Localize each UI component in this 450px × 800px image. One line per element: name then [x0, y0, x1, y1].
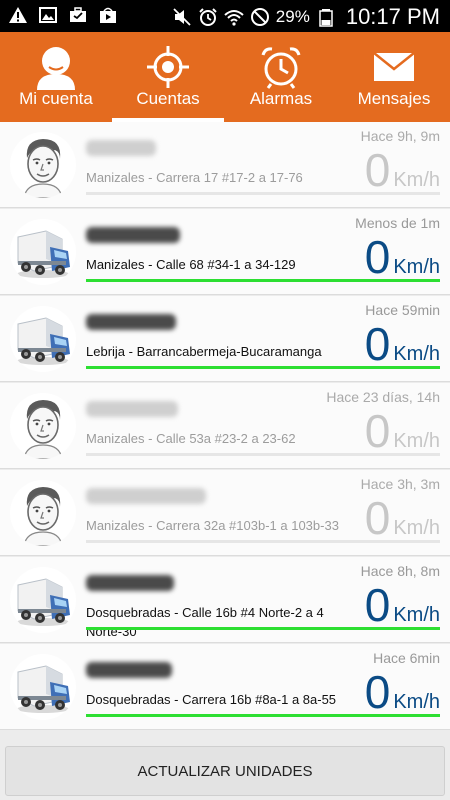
- alarm-clock-icon: [261, 47, 301, 89]
- unit-address: Dosquebradas - Carrera 16b #8a-1 a 8a-55: [86, 692, 337, 707]
- speed-value: 0: [364, 144, 391, 196]
- unit-speed: 0 Km/h: [365, 494, 440, 542]
- unit-last-update: Hace 59min: [365, 302, 440, 318]
- person-icon: [37, 47, 75, 90]
- speed-unit: Km/h: [393, 691, 440, 713]
- unit-row[interactable]: Dosquebradas - Calle 16b #4 Norte-2 a 4 …: [0, 557, 450, 643]
- unit-speed: 0 Km/h: [365, 668, 440, 716]
- envelope-icon: [373, 52, 415, 81]
- tab-alarmas[interactable]: Alarmas: [225, 32, 337, 122]
- tab-label: Mensajes: [357, 89, 431, 108]
- speed-value: 0: [364, 405, 391, 457]
- truck-avatar-icon: [10, 306, 76, 372]
- unit-name-redacted: [86, 314, 176, 330]
- speed-value: 0: [364, 231, 391, 283]
- unit-address: Manizales - Calle 53a #23-2 a 23-62: [86, 431, 296, 446]
- image-icon: [39, 7, 57, 23]
- speed-unit: Km/h: [393, 604, 440, 626]
- truck-avatar-icon: [10, 219, 76, 285]
- briefcase-icon: [70, 7, 86, 22]
- unit-speed: 0 Km/h: [365, 233, 440, 281]
- speed-unit: Km/h: [393, 256, 440, 278]
- status-bar-line: [86, 540, 440, 543]
- unit-address: Manizales - Calle 68 #34-1 a 34-129: [86, 257, 296, 272]
- battery-percent: 29%: [275, 7, 310, 26]
- tab-label: Alarmas: [249, 89, 313, 108]
- unit-name-redacted: [86, 662, 172, 678]
- status-bar-line: [86, 192, 440, 195]
- unit-last-update: Hace 3h, 3m: [360, 476, 440, 492]
- unit-name-redacted: [86, 140, 156, 156]
- unit-row[interactable]: Lebrija - Barrancabermeja-Bucaramanga Ha…: [0, 296, 450, 382]
- status-bar-line: [86, 627, 440, 630]
- person-avatar-icon: [10, 393, 76, 459]
- tab-mi-cuenta[interactable]: Mi cuenta: [0, 32, 112, 122]
- person-avatar-icon: [10, 480, 76, 546]
- unit-speed: 0 Km/h: [365, 320, 440, 368]
- speed-value: 0: [364, 318, 391, 370]
- unit-name-redacted: [86, 401, 178, 417]
- status-bar-line: [86, 453, 440, 456]
- speed-unit: Km/h: [393, 430, 440, 452]
- tab-label: Mi cuenta: [19, 89, 93, 108]
- warning-icon: [9, 7, 27, 23]
- unit-last-update: Hace 8h, 8m: [360, 563, 440, 579]
- clock: 10:17 PM: [345, 4, 440, 29]
- speed-unit: Km/h: [393, 169, 440, 191]
- unit-address: Lebrija - Barrancabermeja-Bucaramanga: [86, 344, 322, 359]
- unit-last-update: Hace 9h, 9m: [360, 128, 440, 144]
- wifi-icon: [224, 10, 244, 26]
- status-bar-line: [86, 279, 440, 282]
- battery-icon: [319, 9, 333, 27]
- unit-speed: 0 Km/h: [365, 146, 440, 194]
- unit-name-redacted: [86, 488, 206, 504]
- play-store-icon: [100, 7, 116, 23]
- unit-name-redacted: [86, 227, 180, 243]
- truck-avatar-icon: [10, 654, 76, 720]
- tab-label: Cuentas: [136, 89, 200, 108]
- tab-bar: Mi cuenta Cuentas Alarmas Mensajes: [0, 32, 450, 122]
- unit-row[interactable]: Manizales - Carrera 17 #17-2 a 17-76 Hac…: [0, 122, 450, 208]
- unit-speed: 0 Km/h: [365, 581, 440, 629]
- speed-value: 0: [364, 492, 391, 544]
- mute-icon: [173, 8, 191, 26]
- unit-last-update: Menos de 1m: [355, 215, 440, 231]
- unit-name-redacted: [86, 575, 174, 591]
- status-bar-line: [86, 366, 440, 369]
- alarm-icon: [199, 8, 217, 26]
- speed-unit: Km/h: [393, 517, 440, 539]
- tab-mensajes[interactable]: Mensajes: [338, 32, 450, 122]
- unit-address: Manizales - Carrera 17 #17-2 a 17-76: [86, 170, 303, 185]
- unit-row[interactable]: Manizales - Calle 53a #23-2 a 23-62 Hace…: [0, 383, 450, 469]
- unit-last-update: Hace 6min: [373, 650, 440, 666]
- status-bar-line: [86, 714, 440, 717]
- unit-address: Manizales - Carrera 32a #103b-1 a 103b-3…: [86, 518, 339, 533]
- unit-row[interactable]: Dosquebradas - Carrera 16b #8a-1 a 8a-55…: [0, 644, 450, 730]
- unit-row[interactable]: Manizales - Carrera 32a #103b-1 a 103b-3…: [0, 470, 450, 556]
- speed-value: 0: [364, 666, 391, 718]
- tab-cuentas[interactable]: Cuentas: [112, 32, 224, 122]
- unit-speed: 0 Km/h: [365, 407, 440, 455]
- unit-last-update: Hace 23 días, 14h: [326, 389, 440, 405]
- truck-avatar-icon: [10, 567, 76, 633]
- person-avatar-icon: [10, 132, 76, 198]
- speed-unit: Km/h: [393, 343, 440, 365]
- target-icon: [147, 46, 189, 88]
- unit-address: Dosquebradas - Calle 16b #4 Norte-2 a 4 …: [86, 605, 324, 639]
- speed-value: 0: [364, 579, 391, 631]
- update-units-button[interactable]: ACTUALIZAR UNIDADES: [5, 746, 445, 796]
- no-signal-icon: [250, 8, 269, 26]
- status-bar: 29% 10:17 PM: [0, 0, 450, 32]
- unit-row[interactable]: Manizales - Calle 68 #34-1 a 34-129 Meno…: [0, 209, 450, 295]
